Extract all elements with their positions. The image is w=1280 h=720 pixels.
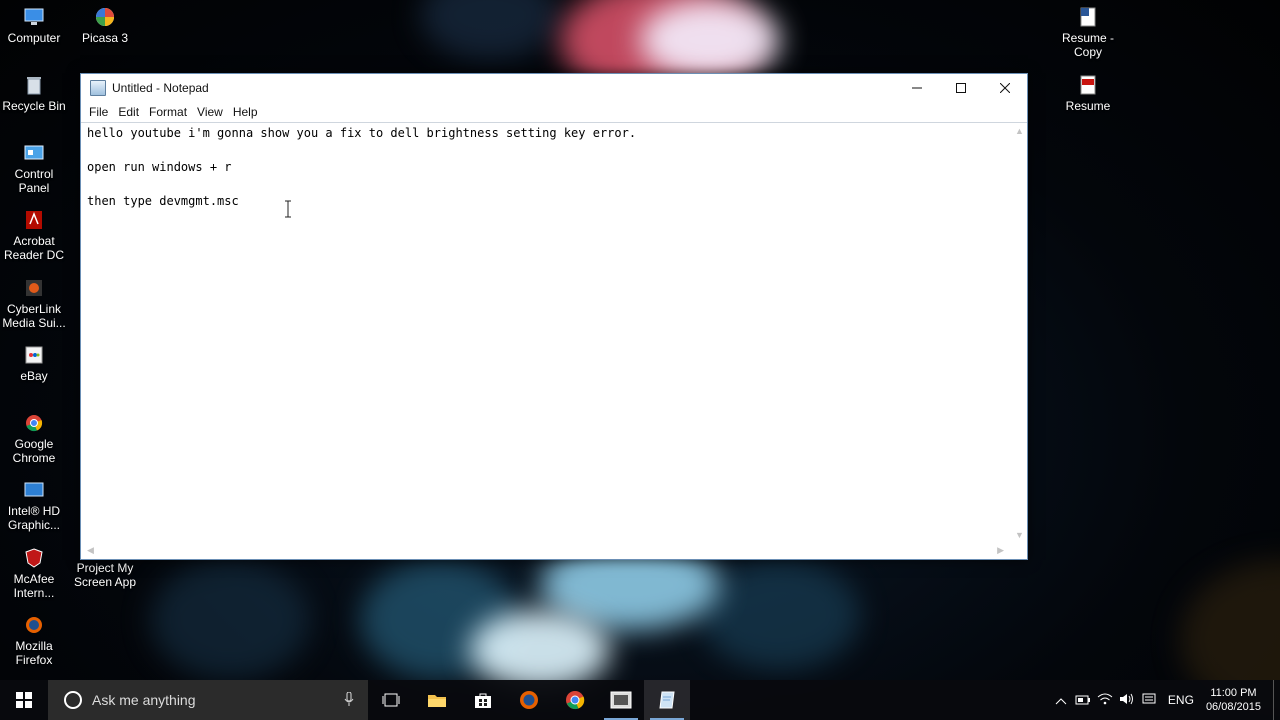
intel-icon [23, 479, 45, 501]
scroll-down-icon[interactable]: ▼ [1015, 530, 1024, 540]
desktop-icon-label: Computer [7, 31, 61, 45]
firefox-icon [23, 614, 45, 636]
desktop-icon-resume[interactable]: Resume [1054, 74, 1122, 113]
desktop-icon-label: Google Chrome [12, 437, 56, 465]
ebay-icon [23, 344, 45, 366]
word-doc-icon [1077, 6, 1099, 28]
menu-file[interactable]: File [84, 105, 113, 119]
desktop-icon-control-panel[interactable]: Control Panel [0, 142, 68, 195]
computer-icon [23, 6, 45, 28]
desktop-icon-mcafee[interactable]: McAfee Intern... [0, 547, 68, 600]
control-panel-icon [23, 142, 45, 164]
text-editor-area[interactable]: hello youtube i'm gonna show you a fix t… [81, 122, 1027, 559]
desktop-icon-label: Mozilla Firefox [15, 639, 53, 667]
taskbar-file-explorer[interactable] [414, 680, 460, 720]
desktop-icon-picasa[interactable]: Picasa 3 [71, 6, 139, 45]
taskbar-notepad[interactable] [644, 680, 690, 720]
close-icon [1000, 83, 1010, 93]
desktop-icon-computer[interactable]: Computer [0, 6, 68, 45]
pdf-icon [1077, 74, 1099, 96]
volume-icon[interactable] [1116, 693, 1138, 708]
battery-icon[interactable] [1072, 693, 1094, 708]
notepad-icon [659, 691, 675, 709]
cortana-icon [64, 691, 82, 709]
window-title: Untitled - Notepad [112, 81, 209, 95]
microphone-icon[interactable] [344, 691, 354, 709]
show-desktop-button[interactable] [1273, 680, 1280, 720]
maximize-button[interactable] [939, 74, 983, 102]
taskbar: Ask me anything ENG 11:00 PM 06/08/2015 [0, 680, 1280, 720]
picasa-icon [94, 6, 116, 28]
show-hidden-icons-button[interactable] [1050, 693, 1072, 708]
scroll-left-icon[interactable]: ◀ [87, 545, 94, 556]
horizontal-scrollbar[interactable]: ◀ ▶ [81, 542, 1010, 559]
task-view-button[interactable] [368, 680, 414, 720]
scroll-right-icon[interactable]: ▶ [997, 545, 1004, 556]
desktop-icon-intel-graphics[interactable]: Intel® HD Graphic... [0, 479, 68, 532]
minimize-button[interactable] [895, 74, 939, 102]
desktop-icon-label: Control Panel [14, 167, 54, 195]
menu-format[interactable]: Format [144, 105, 192, 119]
desktop-icon-label: Acrobat Reader DC [3, 234, 65, 262]
action-center-icon[interactable] [1138, 693, 1160, 708]
menu-view[interactable]: View [192, 105, 228, 119]
mcafee-icon [23, 547, 45, 569]
desktop-icon-label: Resume [1065, 99, 1111, 113]
chrome-icon [566, 691, 585, 710]
close-button[interactable] [983, 74, 1027, 102]
title-bar[interactable]: Untitled - Notepad [81, 74, 1027, 102]
language-indicator[interactable]: ENG [1168, 693, 1194, 707]
clock[interactable]: 11:00 PM 06/08/2015 [1206, 686, 1261, 714]
desktop-icon-label: Resume - Copy [1061, 31, 1114, 59]
start-button[interactable] [0, 680, 48, 720]
scroll-up-icon[interactable]: ▲ [1015, 126, 1024, 136]
desktop-icon-project-my-screen[interactable]: Project My Screen App [71, 561, 139, 589]
folder-icon [428, 695, 446, 707]
desktop-icon-label: Intel® HD Graphic... [7, 504, 61, 532]
desktop-icon-label: CyberLink Media Sui... [2, 302, 66, 330]
wifi-icon[interactable] [1094, 693, 1116, 708]
vertical-scrollbar[interactable]: ▲ ▼ [1010, 123, 1027, 542]
desktop-icon-acrobat[interactable]: Acrobat Reader DC [0, 209, 68, 262]
taskbar-screen-recorder[interactable] [598, 680, 644, 720]
firefox-icon [520, 691, 538, 709]
recycle-bin-icon [23, 74, 45, 96]
document-text[interactable]: hello youtube i'm gonna show you a fix t… [87, 125, 636, 210]
minimize-icon [912, 87, 922, 89]
text-cursor-icon [285, 200, 291, 218]
recorder-icon [610, 691, 632, 709]
desktop-icon-label: Recycle Bin [2, 99, 66, 113]
windows-logo-icon [16, 692, 32, 708]
clock-time: 11:00 PM [1210, 687, 1257, 699]
desktop-icon-label: eBay [20, 369, 48, 383]
desktop-icon-google-chrome[interactable]: Google Chrome [0, 412, 68, 465]
cyberlink-icon [23, 277, 45, 299]
chevron-up-icon [1055, 697, 1067, 704]
taskbar-firefox[interactable] [506, 680, 552, 720]
taskbar-store[interactable] [460, 680, 506, 720]
desktop-icon-recycle-bin[interactable]: Recycle Bin [0, 74, 68, 113]
desktop-icon-label: Picasa 3 [81, 31, 129, 45]
notepad-window[interactable]: Untitled - Notepad File Edit Format View… [80, 73, 1028, 560]
system-tray: ENG 11:00 PM 06/08/2015 [1050, 680, 1280, 720]
store-icon [475, 693, 491, 708]
acrobat-icon [23, 209, 45, 231]
desktop-icon-label: Project My Screen App [73, 561, 137, 589]
task-view-icon [382, 693, 400, 707]
menu-bar: File Edit Format View Help [81, 102, 1027, 122]
maximize-icon [956, 83, 966, 93]
desktop-icon-cyberlink[interactable]: CyberLink Media Sui... [0, 277, 68, 330]
desktop-icon-firefox[interactable]: Mozilla Firefox [0, 614, 68, 667]
desktop-icon-resume-copy[interactable]: Resume - Copy [1054, 6, 1122, 59]
cortana-search-box[interactable]: Ask me anything [48, 680, 368, 720]
search-placeholder: Ask me anything [92, 692, 196, 708]
menu-help[interactable]: Help [228, 105, 263, 119]
desktop-icon-label: McAfee Intern... [13, 572, 55, 600]
chrome-icon [23, 412, 45, 434]
notepad-app-icon [90, 80, 106, 96]
menu-edit[interactable]: Edit [113, 105, 144, 119]
taskbar-chrome[interactable] [552, 680, 598, 720]
clock-date: 06/08/2015 [1205, 701, 1261, 713]
desktop-icon-ebay[interactable]: eBay [0, 344, 68, 383]
